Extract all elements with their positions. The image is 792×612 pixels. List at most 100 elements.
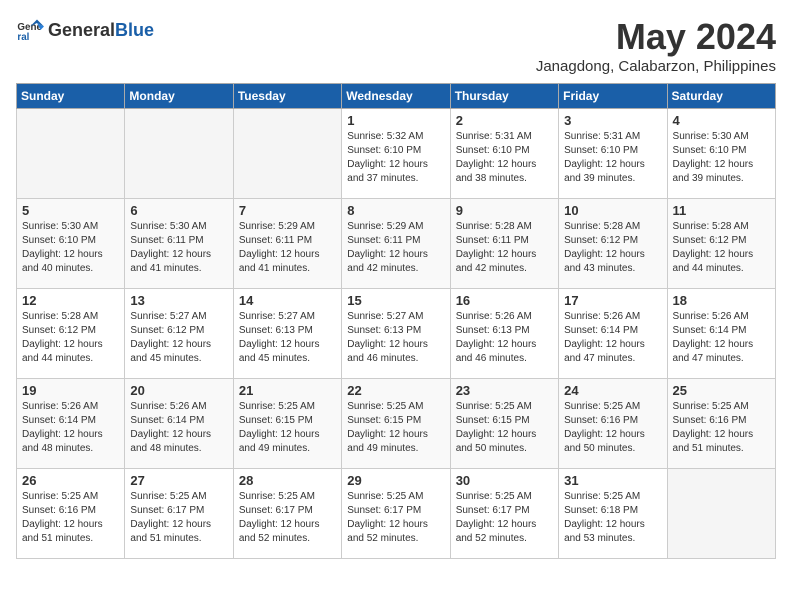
cell-0-3: 1 Sunrise: 5:32 AMSunset: 6:10 PMDaylight… <box>342 109 450 199</box>
cell-3-6: 25Sunrise: 5:25 AMSunset: 6:16 PMDayligh… <box>667 379 775 469</box>
week-row-1: 1 Sunrise: 5:32 AMSunset: 6:10 PMDaylight… <box>17 109 776 199</box>
cell-4-3: 29 Sunrise: 5:25 AMSunset: 6:17 PMDayligh… <box>342 469 450 559</box>
cell-1-6: 11 Sunrise: 5:28 AMSunset: 6:12 PMDayligh… <box>667 199 775 289</box>
day-info-24: Sunrise: 5:25 AMSunset: 6:16 PMDaylight:… <box>564 400 661 456</box>
day-info-16: Sunrise: 5:26 AMSunset: 6:13 PMDaylight:… <box>456 310 553 366</box>
day-info-5: Sunrise: 5:30 AMSunset: 6:10 PMDaylight:… <box>22 220 119 276</box>
cell-0-1 <box>125 109 233 199</box>
week-row-3: 12 Sunrise: 5:28 AMSunset: 6:12 PMDayligh… <box>17 289 776 379</box>
col-wednesday: Wednesday <box>342 84 450 109</box>
day-number-31: 31 <box>564 473 661 488</box>
day-number-8: 8 <box>347 203 444 218</box>
day-number-27: 27 <box>130 473 227 488</box>
day-info-15: Sunrise: 5:27 AMSunset: 6:13 PMDaylight:… <box>347 310 444 366</box>
week-row-5: 26 Sunrise: 5:25 AMSunset: 6:16 PMDayligh… <box>17 469 776 559</box>
cell-0-5: 3Sunrise: 5:31 AMSunset: 6:10 PMDaylight… <box>559 109 667 199</box>
calendar-table: Sunday Monday Tuesday Wednesday Thursday… <box>16 83 776 559</box>
day-info-12: Sunrise: 5:28 AMSunset: 6:12 PMDaylight:… <box>22 310 119 366</box>
cell-2-5: 17 Sunrise: 5:26 AMSunset: 6:14 PMDayligh… <box>559 289 667 379</box>
day-info-27: Sunrise: 5:25 AMSunset: 6:17 PMDaylight:… <box>130 490 227 546</box>
day-info-22: Sunrise: 5:25 AMSunset: 6:15 PMDaylight:… <box>347 400 444 456</box>
day-info-30: Sunrise: 5:25 AMSunset: 6:17 PMDaylight:… <box>456 490 553 546</box>
day-info-21: Sunrise: 5:25 AMSunset: 6:15 PMDaylight:… <box>239 400 336 456</box>
cell-2-4: 16 Sunrise: 5:26 AMSunset: 6:13 PMDayligh… <box>450 289 558 379</box>
day-info-13: Sunrise: 5:27 AMSunset: 6:12 PMDaylight:… <box>130 310 227 366</box>
cell-4-1: 27 Sunrise: 5:25 AMSunset: 6:17 PMDayligh… <box>125 469 233 559</box>
day-number-15: 15 <box>347 293 444 308</box>
cell-4-0: 26 Sunrise: 5:25 AMSunset: 6:16 PMDayligh… <box>17 469 125 559</box>
week-row-2: 5 Sunrise: 5:30 AMSunset: 6:10 PMDaylight… <box>17 199 776 289</box>
day-info-18: Sunrise: 5:26 AMSunset: 6:14 PMDaylight:… <box>673 310 770 366</box>
day-info-28: Sunrise: 5:25 AMSunset: 6:17 PMDaylight:… <box>239 490 336 546</box>
day-number-14: 14 <box>239 293 336 308</box>
day-number-6: 6 <box>130 203 227 218</box>
location-title: Janagdong, Calabarzon, Philippines <box>536 58 776 75</box>
day-number-25: 25 <box>673 383 770 398</box>
day-number-1: 1 <box>347 113 444 128</box>
day-info-26: Sunrise: 5:25 AMSunset: 6:16 PMDaylight:… <box>22 490 119 546</box>
cell-4-4: 30Sunrise: 5:25 AMSunset: 6:17 PMDayligh… <box>450 469 558 559</box>
day-info-1: Sunrise: 5:32 AMSunset: 6:10 PMDaylight:… <box>347 130 444 186</box>
day-info-2: Sunrise: 5:31 AMSunset: 6:10 PMDaylight:… <box>456 130 553 186</box>
col-thursday: Thursday <box>450 84 558 109</box>
cell-3-3: 22Sunrise: 5:25 AMSunset: 6:15 PMDayligh… <box>342 379 450 469</box>
cell-0-4: 2 Sunrise: 5:31 AMSunset: 6:10 PMDaylight… <box>450 109 558 199</box>
logo-general: General <box>48 20 115 41</box>
cell-1-1: 6 Sunrise: 5:30 AMSunset: 6:11 PMDaylight… <box>125 199 233 289</box>
day-info-20: Sunrise: 5:26 AMSunset: 6:14 PMDaylight:… <box>130 400 227 456</box>
day-info-11: Sunrise: 5:28 AMSunset: 6:12 PMDaylight:… <box>673 220 770 276</box>
svg-text:ral: ral <box>17 32 29 43</box>
day-number-20: 20 <box>130 383 227 398</box>
day-info-4: Sunrise: 5:30 AMSunset: 6:10 PMDaylight:… <box>673 130 770 186</box>
day-info-6: Sunrise: 5:30 AMSunset: 6:11 PMDaylight:… <box>130 220 227 276</box>
day-info-14: Sunrise: 5:27 AMSunset: 6:13 PMDaylight:… <box>239 310 336 366</box>
day-number-13: 13 <box>130 293 227 308</box>
day-number-4: 4 <box>673 113 770 128</box>
day-info-29: Sunrise: 5:25 AMSunset: 6:17 PMDaylight:… <box>347 490 444 546</box>
cell-3-5: 24 Sunrise: 5:25 AMSunset: 6:16 PMDayligh… <box>559 379 667 469</box>
day-info-17: Sunrise: 5:26 AMSunset: 6:14 PMDaylight:… <box>564 310 661 366</box>
cell-4-6 <box>667 469 775 559</box>
day-number-26: 26 <box>22 473 119 488</box>
day-number-9: 9 <box>456 203 553 218</box>
day-info-9: Sunrise: 5:28 AMSunset: 6:11 PMDaylight:… <box>456 220 553 276</box>
day-number-17: 17 <box>564 293 661 308</box>
col-friday: Friday <box>559 84 667 109</box>
day-info-19: Sunrise: 5:26 AMSunset: 6:14 PMDaylight:… <box>22 400 119 456</box>
day-number-11: 11 <box>673 203 770 218</box>
day-number-12: 12 <box>22 293 119 308</box>
cell-0-2 <box>233 109 341 199</box>
logo: Gene ral GeneralBlue <box>16 16 154 44</box>
col-sunday: Sunday <box>17 84 125 109</box>
col-monday: Monday <box>125 84 233 109</box>
cell-1-5: 10 Sunrise: 5:28 AMSunset: 6:12 PMDayligh… <box>559 199 667 289</box>
day-info-3: Sunrise: 5:31 AMSunset: 6:10 PMDaylight:… <box>564 130 661 186</box>
day-number-28: 28 <box>239 473 336 488</box>
cell-1-3: 8Sunrise: 5:29 AMSunset: 6:11 PMDaylight… <box>342 199 450 289</box>
day-number-2: 2 <box>456 113 553 128</box>
cell-3-4: 23Sunrise: 5:25 AMSunset: 6:15 PMDayligh… <box>450 379 558 469</box>
cell-3-2: 21Sunrise: 5:25 AMSunset: 6:15 PMDayligh… <box>233 379 341 469</box>
cell-2-0: 12 Sunrise: 5:28 AMSunset: 6:12 PMDayligh… <box>17 289 125 379</box>
day-number-16: 16 <box>456 293 553 308</box>
day-number-24: 24 <box>564 383 661 398</box>
cell-0-0 <box>17 109 125 199</box>
day-info-7: Sunrise: 5:29 AMSunset: 6:11 PMDaylight:… <box>239 220 336 276</box>
day-number-29: 29 <box>347 473 444 488</box>
cell-2-1: 13 Sunrise: 5:27 AMSunset: 6:12 PMDayligh… <box>125 289 233 379</box>
logo-blue: Blue <box>115 20 154 41</box>
week-row-4: 19 Sunrise: 5:26 AMSunset: 6:14 PMDayligh… <box>17 379 776 469</box>
cell-2-3: 15 Sunrise: 5:27 AMSunset: 6:13 PMDayligh… <box>342 289 450 379</box>
cell-2-6: 18Sunrise: 5:26 AMSunset: 6:14 PMDayligh… <box>667 289 775 379</box>
day-number-19: 19 <box>22 383 119 398</box>
cell-1-0: 5 Sunrise: 5:30 AMSunset: 6:10 PMDaylight… <box>17 199 125 289</box>
day-info-10: Sunrise: 5:28 AMSunset: 6:12 PMDaylight:… <box>564 220 661 276</box>
day-info-31: Sunrise: 5:25 AMSunset: 6:18 PMDaylight:… <box>564 490 661 546</box>
day-number-5: 5 <box>22 203 119 218</box>
day-number-10: 10 <box>564 203 661 218</box>
cell-2-2: 14 Sunrise: 5:27 AMSunset: 6:13 PMDayligh… <box>233 289 341 379</box>
col-tuesday: Tuesday <box>233 84 341 109</box>
title-area: May 2024 Janagdong, Calabarzon, Philippi… <box>536 16 776 75</box>
logo-icon: Gene ral <box>16 16 44 44</box>
day-number-23: 23 <box>456 383 553 398</box>
